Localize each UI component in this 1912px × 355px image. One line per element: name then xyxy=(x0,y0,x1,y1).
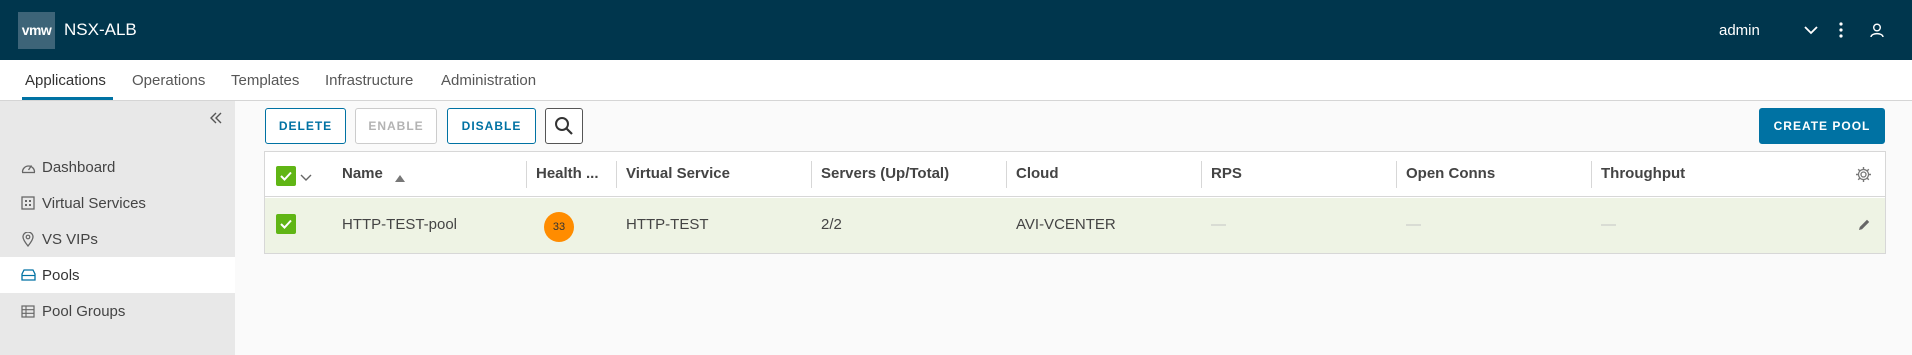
column-separator[interactable] xyxy=(1591,161,1592,188)
health-score-badge[interactable]: 33 xyxy=(544,212,574,242)
more-vertical-icon[interactable] xyxy=(1829,18,1853,42)
enable-button[interactable]: ENABLE xyxy=(355,108,437,144)
tab-administration[interactable]: Administration xyxy=(441,72,536,89)
tab-applications[interactable]: Applications xyxy=(25,72,106,89)
column-separator[interactable] xyxy=(1006,161,1007,188)
search-button[interactable] xyxy=(545,108,583,144)
user-icon[interactable] xyxy=(1865,18,1889,42)
cloud-name: AVI-VCENTER xyxy=(1016,216,1116,233)
pools-table: Name Health ... Virtual Service Servers … xyxy=(264,151,1886,254)
select-options-chevron-icon[interactable] xyxy=(300,169,312,187)
row-checkbox[interactable] xyxy=(276,214,296,234)
column-header-virtual-service[interactable]: Virtual Service xyxy=(626,165,730,182)
map-pin-icon xyxy=(20,231,36,247)
app-title: NSX-ALB xyxy=(64,20,137,39)
sidebar-item-label: Pool Groups xyxy=(42,302,126,320)
pool-groups-icon xyxy=(20,303,36,319)
pool-icon xyxy=(20,267,36,283)
column-separator[interactable] xyxy=(1201,161,1202,188)
pool-name-link[interactable]: HTTP-TEST-pool xyxy=(342,216,457,233)
edit-pencil-icon[interactable] xyxy=(1857,218,1871,237)
app-header: vmw NSX-ALB admin xyxy=(0,0,1912,60)
sort-ascending-icon[interactable] xyxy=(395,169,405,187)
open-conns-value: — xyxy=(1406,216,1421,233)
column-header-health[interactable]: Health ... xyxy=(536,165,599,182)
column-separator[interactable] xyxy=(526,161,527,188)
tab-templates[interactable]: Templates xyxy=(231,72,299,89)
column-separator[interactable] xyxy=(811,161,812,188)
servers-count: 2/2 xyxy=(821,216,842,233)
main-nav: Applications Operations Templates Infras… xyxy=(0,60,1912,101)
sidebar-item-label: Dashboard xyxy=(42,158,116,176)
create-pool-button[interactable]: CREATE POOL xyxy=(1759,108,1885,144)
chevron-down-icon[interactable] xyxy=(1799,18,1823,42)
sidebar-item-label: Pools xyxy=(42,266,80,284)
vmware-logo: vmw xyxy=(18,12,55,49)
disable-button[interactable]: DISABLE xyxy=(447,108,536,144)
column-header-servers[interactable]: Servers (Up/Total) xyxy=(821,165,949,182)
active-tab-indicator xyxy=(22,97,113,100)
sidebar-item-vs-vips[interactable]: VS VIPs xyxy=(0,221,235,257)
column-header-cloud[interactable]: Cloud xyxy=(1016,165,1059,182)
table-header: Name Health ... Virtual Service Servers … xyxy=(265,152,1885,197)
column-header-throughput[interactable]: Throughput xyxy=(1601,165,1685,182)
delete-button[interactable]: DELETE xyxy=(265,108,346,144)
search-icon xyxy=(554,116,574,136)
sidebar: Dashboard Virtual Services VS VIPs Pools… xyxy=(0,101,235,355)
sidebar-item-label: Virtual Services xyxy=(42,194,146,212)
sidebar-item-dashboard[interactable]: Dashboard xyxy=(0,149,235,185)
column-separator[interactable] xyxy=(616,161,617,188)
select-all-checkbox[interactable] xyxy=(276,166,296,186)
table-row[interactable]: HTTP-TEST-pool 33 HTTP-TEST 2/2 AVI-VCEN… xyxy=(265,198,1885,253)
virtual-service-link[interactable]: HTTP-TEST xyxy=(626,216,709,233)
tab-infrastructure[interactable]: Infrastructure xyxy=(325,72,413,89)
rps-value: — xyxy=(1211,216,1226,233)
sidebar-item-pools[interactable]: Pools xyxy=(0,257,235,293)
tab-operations[interactable]: Operations xyxy=(132,72,205,89)
sidebar-item-label: VS VIPs xyxy=(42,230,98,248)
sidebar-item-pool-groups[interactable]: Pool Groups xyxy=(0,293,235,329)
column-header-open-conns[interactable]: Open Conns xyxy=(1406,165,1495,182)
throughput-value: — xyxy=(1601,216,1616,233)
virtual-services-icon xyxy=(20,195,36,211)
column-header-rps[interactable]: RPS xyxy=(1211,165,1242,182)
column-separator[interactable] xyxy=(1396,161,1397,188)
user-name[interactable]: admin xyxy=(1719,22,1760,39)
settings-gear-icon[interactable] xyxy=(1855,166,1872,188)
collapse-sidebar-icon[interactable] xyxy=(207,109,225,127)
sidebar-item-virtual-services[interactable]: Virtual Services xyxy=(0,185,235,221)
column-header-name[interactable]: Name xyxy=(342,165,383,182)
dashboard-icon xyxy=(20,159,36,175)
